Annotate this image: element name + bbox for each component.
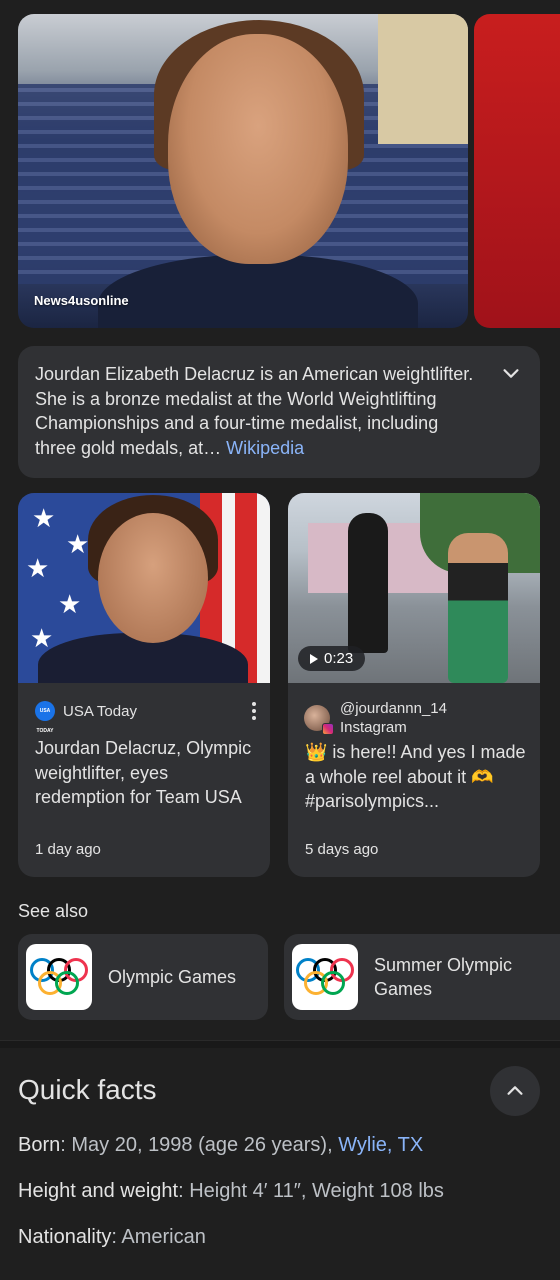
- news-source-name: USA Today: [63, 702, 137, 720]
- see-also-item-olympic-games[interactable]: Olympic Games: [18, 934, 268, 1020]
- athlete-face: [98, 513, 208, 643]
- fact-label: Height and weight: [18, 1180, 179, 1202]
- more-vert-icon[interactable]: [252, 702, 256, 720]
- quick-facts-heading: Quick facts: [18, 1074, 157, 1105]
- video-title: 👑 is here!! And yes I made a whole reel …: [305, 742, 526, 811]
- athlete-face: [168, 34, 348, 264]
- section-divider: [0, 1040, 560, 1048]
- see-also-label: Summer Olympic Games: [374, 954, 513, 1000]
- fact-born: Born: May 20, 1998 (age 26 years), Wylie…: [18, 1134, 423, 1157]
- video-card[interactable]: 0:23 @jourdannn_14 Instagram 👑 is here!!…: [288, 493, 540, 877]
- video-platform: Instagram: [340, 719, 407, 736]
- image-source-caption: News4usonline: [34, 293, 129, 308]
- news-title: Jourdan Delacruz, Olympic weightlifter, …: [35, 738, 252, 807]
- hero-image[interactable]: News4usonline: [18, 14, 468, 328]
- news-card[interactable]: ★ ★ ★ ★ ★ USA TODAY USA Today Jourdan De…: [18, 493, 270, 877]
- usa-today-logo: USA TODAY: [35, 701, 55, 734]
- background-wall: [378, 14, 468, 144]
- fact-value: : Height 4′ 11″, Weight 108 lbs: [178, 1180, 444, 1202]
- video-handle: @jourdannn_14: [340, 700, 447, 717]
- fact-label: Born: [18, 1134, 61, 1156]
- see-also-item-summer-olympic-games[interactable]: Summer Olympic Games: [284, 934, 560, 1020]
- video-time: 5 days ago: [305, 841, 379, 858]
- see-also-heading: See also: [18, 901, 89, 921]
- fact-label: Nationality: [18, 1226, 112, 1248]
- fact-height-weight: Height and weight: Height 4′ 11″, Weight…: [18, 1180, 444, 1203]
- wikipedia-link[interactable]: Wikipedia: [226, 438, 304, 458]
- news-time: 1 day ago: [35, 841, 101, 858]
- hero-image-next[interactable]: [474, 14, 560, 328]
- olympic-rings-icon: [292, 944, 358, 1010]
- video-duration: 0:23: [298, 646, 366, 671]
- play-icon: [310, 653, 318, 664]
- fact-value: : American: [111, 1226, 206, 1248]
- fact-nationality: Nationality: American: [18, 1226, 206, 1249]
- see-also-label: Olympic Games: [108, 966, 237, 987]
- collapse-button[interactable]: [490, 1066, 540, 1116]
- instagram-icon: [322, 723, 334, 735]
- description-card[interactable]: Jourdan Elizabeth Delacruz is an America…: [18, 346, 540, 478]
- duration-text: 0:23: [324, 650, 354, 667]
- fact-value: : May 20, 1998 (age 26 years),: [60, 1134, 339, 1156]
- avatar: [304, 705, 334, 735]
- birthplace-link[interactable]: Wylie, TX: [338, 1134, 423, 1156]
- olympic-rings-icon: [26, 944, 92, 1010]
- news-thumbnail: ★ ★ ★ ★ ★: [18, 493, 270, 683]
- chevron-up-icon: [507, 1086, 523, 1095]
- news-source: USA TODAY USA Today: [35, 701, 256, 734]
- chevron-down-icon[interactable]: [500, 362, 522, 384]
- video-source: @jourdannn_14 Instagram: [304, 699, 447, 737]
- video-thumbnail: 0:23: [288, 493, 540, 683]
